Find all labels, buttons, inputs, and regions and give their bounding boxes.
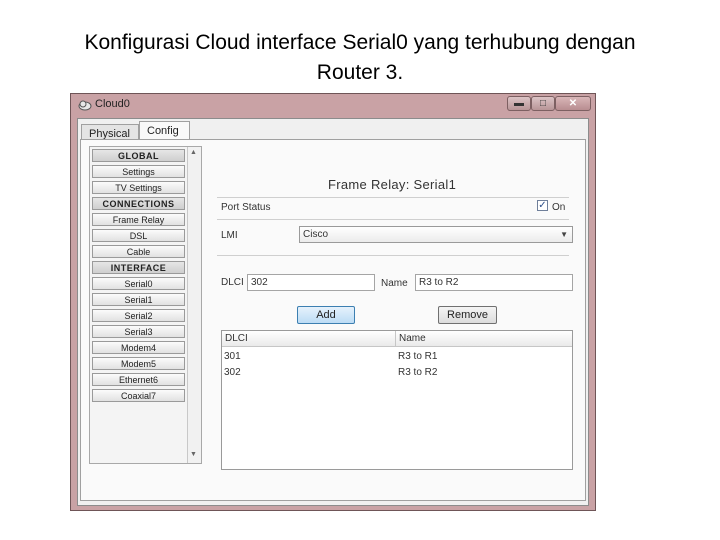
table-row-dlci[interactable]: 302 [224,367,241,378]
name-input[interactable]: R3 to R2 [415,274,573,291]
port-status-label: Port Status [221,202,271,213]
tab-physical[interactable]: Physical [81,124,139,140]
scroll-up-icon[interactable]: ▲ [190,149,197,156]
add-button[interactable]: Add [297,306,355,324]
config-tab-panel: GLOBAL Settings TV Settings CONNECTIONS … [80,139,586,501]
column-header-name[interactable]: Name [396,331,572,347]
panel-title: Frame Relay: Serial1 [328,177,457,192]
minimize-button[interactable]: ▬ [507,96,531,111]
sidebar-scrollbar[interactable]: ▲ ▼ [187,147,201,463]
slide-title-line-2: Router 3. [316,61,404,84]
maximize-button[interactable]: □ [531,96,555,111]
remove-button[interactable]: Remove [438,306,497,324]
sidebar-item-serial0[interactable]: Serial0 [92,277,185,290]
port-status-on-label: On [552,202,566,213]
lmi-select[interactable]: Cisco ▼ [299,226,573,243]
scroll-down-icon[interactable]: ▼ [190,451,197,458]
sidebar-section-global: GLOBAL [92,149,185,162]
column-header-dlci[interactable]: DLCI [222,331,396,347]
table-row-dlci[interactable]: 301 [224,351,241,362]
sidebar-section-connections: CONNECTIONS [92,197,185,210]
sidebar: GLOBAL Settings TV Settings CONNECTIONS … [89,146,202,464]
tab-config[interactable]: Config [139,121,190,140]
sidebar-item-dsl[interactable]: DSL [92,229,185,242]
lmi-selected-value: Cisco [303,229,329,240]
slide-title-line-1: Konfigurasi Cloud interface Serial0 yang… [84,31,636,54]
sidebar-item-serial3[interactable]: Serial3 [92,325,185,338]
divider [217,197,569,198]
title-bar[interactable]: Cloud0 ▬ □ ✕ [71,94,595,116]
dlci-table: DLCI Name 301 R3 to R1 302 R3 to R2 [221,330,573,470]
dlci-input[interactable]: 302 [247,274,375,291]
table-row-name[interactable]: R3 to R1 [398,351,437,362]
sidebar-item-cable[interactable]: Cable [92,245,185,258]
sidebar-item-tv-settings[interactable]: TV Settings [92,181,185,194]
sidebar-item-frame-relay[interactable]: Frame Relay [92,213,185,226]
cloud-window: Cloud0 ▬ □ ✕ Physical Config GLOBAL Sett… [70,93,596,511]
chevron-down-icon: ▼ [560,230,568,239]
sidebar-item-modem4[interactable]: Modem4 [92,341,185,354]
sidebar-item-serial2[interactable]: Serial2 [92,309,185,322]
port-status-checkbox[interactable]: ✓ [537,200,548,211]
cloud-icon [78,100,92,111]
dlci-label: DLCI [221,277,244,288]
table-row-name[interactable]: R3 to R2 [398,367,437,378]
slide-title: Konfigurasi Cloud interface Serial0 yang… [40,28,680,88]
divider [217,219,569,220]
sidebar-item-coaxial7[interactable]: Coaxial7 [92,389,185,402]
sidebar-section-interface: INTERFACE [92,261,185,274]
window-title: Cloud0 [95,98,130,110]
name-label: Name [381,278,408,289]
sidebar-item-settings[interactable]: Settings [92,165,185,178]
window-client-area: Physical Config GLOBAL Settings TV Setti… [77,118,589,506]
close-button[interactable]: ✕ [555,96,591,111]
sidebar-item-ethernet6[interactable]: Ethernet6 [92,373,185,386]
divider [217,255,569,256]
sidebar-item-serial1[interactable]: Serial1 [92,293,185,306]
sidebar-item-modem5[interactable]: Modem5 [92,357,185,370]
lmi-label: LMI [221,230,238,241]
